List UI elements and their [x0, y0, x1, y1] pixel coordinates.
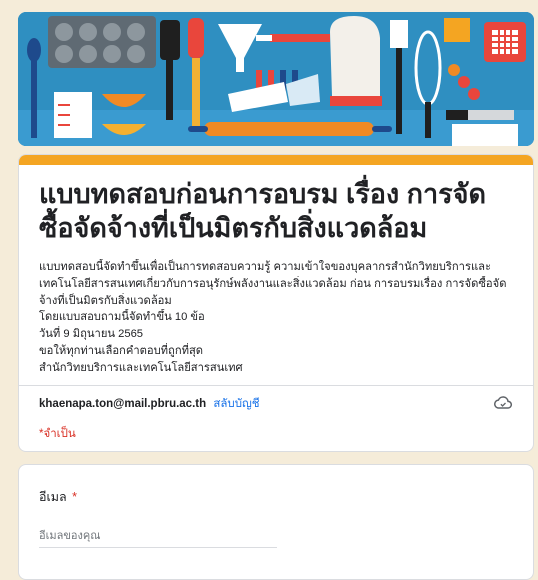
account-divider [19, 385, 533, 386]
description-line: โดยแบบสอบถามนี้จัดทำขึ้น 10 ข้อ [39, 311, 205, 324]
description-line: ขอให้ทุกท่านเลือกคำตอบที่ถูกที่สุด [39, 344, 204, 357]
email-question-card: อีเมล * [18, 464, 534, 580]
description-line: วันที่ 9 มิถุนายน 2565 [39, 328, 144, 341]
description-line: แบบทดสอบนี้จัดทำขึ้นเพื่อเป็นการทดสอบควา… [39, 261, 492, 273]
switch-account-link[interactable]: สลับบัญชี [213, 398, 259, 410]
cloud-save-icon [494, 396, 512, 409]
account-row: khaenapa.ton@mail.pbru.ac.th สลับบัญชี [39, 395, 513, 413]
required-note: *จำเป็น [39, 428, 76, 440]
form-title-card: แบบทดสอบก่อนการอบรม เรื่อง การจัดซื้อจัด… [18, 154, 534, 452]
description-line: สำนักวิทยบริการและเทคโนโลยีสารสนเทศ [39, 361, 243, 374]
form-page: แบบทดสอบก่อนการอบรม เรื่อง การจัดซื้อจัด… [0, 0, 538, 580]
description-line: เทคโนโลยีสารสนเทศเกี่ยวกับการอนุรักษ์พลั… [39, 277, 507, 290]
form-description: แบบทดสอบนี้จัดทำขึ้นเพื่อเป็นการทดสอบควา… [39, 259, 513, 377]
title-card-accent [19, 155, 533, 165]
email-question-label: อีเมล * [39, 487, 77, 507]
email-label-text: อีเมล [39, 490, 67, 504]
form-title: แบบทดสอบก่อนการอบรม เรื่อง การจัดซื้อจัด… [39, 179, 487, 243]
email-input[interactable] [39, 525, 277, 548]
description-line: จ้างที่เป็นมิตรกับสิ่งแวดล้อม [39, 294, 172, 307]
account-email: khaenapa.ton@mail.pbru.ac.th [39, 398, 207, 410]
header-banner-image [18, 12, 534, 146]
kitchen-utensils-banner-icon [18, 12, 534, 146]
required-star: * [72, 490, 78, 504]
